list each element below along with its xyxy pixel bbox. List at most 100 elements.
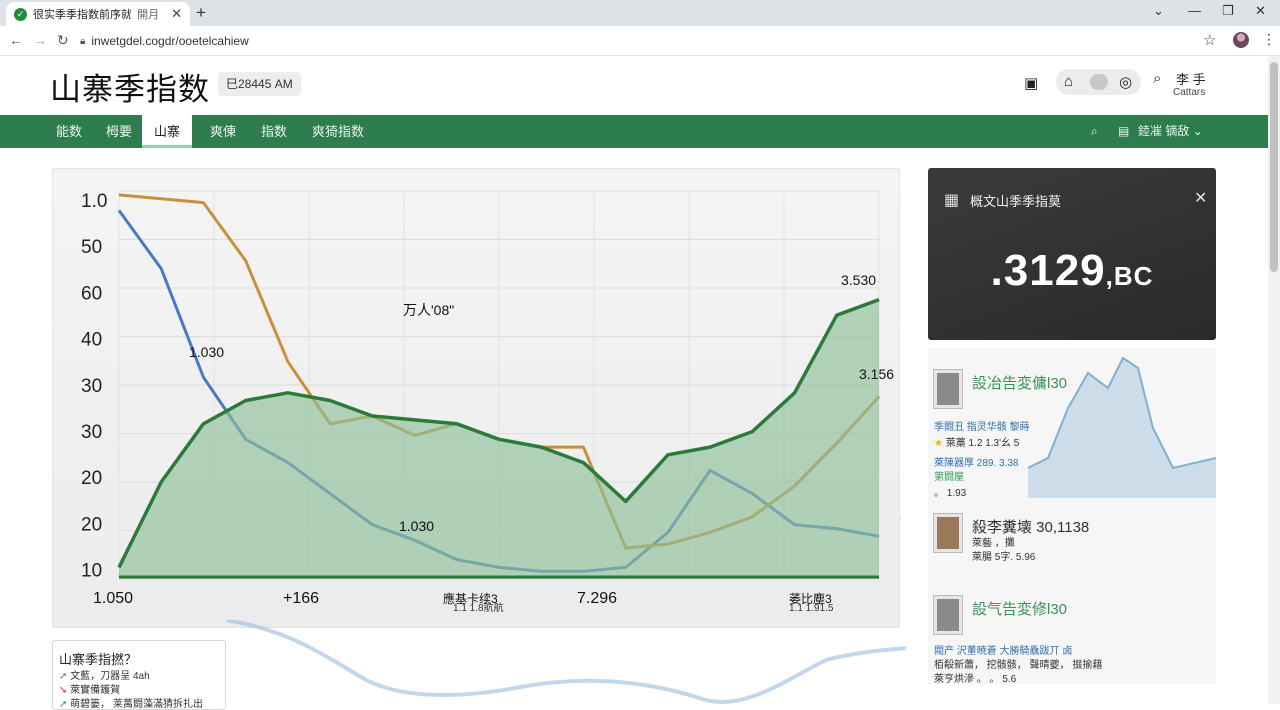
nav-item-2[interactable]: 山寨 (142, 115, 193, 148)
nav-item-4[interactable]: 指数 (261, 115, 287, 148)
bookmark-star-icon[interactable]: ☆ (1203, 31, 1216, 49)
list-item-title: 設冶告変傭l30 (972, 375, 1068, 392)
value-card-title: 概文山季季指莫 (970, 194, 1062, 209)
list-item-line: 栢殽新蕭， 挖骸骸， 聲晴夔， 掇揄藉 (934, 660, 1103, 671)
shield-check-icon: ✓ (14, 7, 27, 21)
nav-search-icon[interactable]: ⌕ (1091, 115, 1098, 148)
nav-right-menu[interactable]: 錴凗 镝敌 ⌄ (1138, 115, 1203, 148)
x-tick-sublabel: 1.1 1.8航航 (453, 601, 504, 614)
nav-item-1[interactable]: 栂要 (106, 115, 132, 148)
scrollbar-thumb[interactable] (1270, 62, 1278, 272)
chart-annotation: 1.030 (189, 344, 224, 360)
tab-search-chevron-icon[interactable]: ⌄ (1153, 3, 1164, 19)
list-item-line: 萊腸 5字. 5.96 (972, 552, 1036, 563)
home-icon[interactable]: ⌂ (1064, 73, 1073, 90)
card-icon: ▦ (944, 192, 960, 209)
tab-title: 很实季季指数前序就辑 (33, 9, 132, 21)
toggle-knob[interactable] (1090, 74, 1108, 90)
y-tick-label: 20 (81, 514, 102, 535)
main-nav: 能数 栂要 山寨 爽倲 指数 爽猗指数 ⌕ ▤ 錴凗 镝敌 ⌄ (0, 115, 1268, 148)
minimize-icon[interactable]: — (1188, 3, 1201, 18)
page-title: 山寨季指数 (50, 72, 210, 108)
site-info-icon[interactable]: 🔒︎ (80, 36, 85, 47)
x-tick-label: 7.296 (577, 590, 617, 607)
list-item-line: 閥产 沢董暁蒼 大勝騎驫跋丌 卤 (934, 646, 1073, 657)
thumbnail (934, 596, 962, 634)
y-tick-label: 10 (81, 561, 102, 582)
nav-item-5[interactable]: 爽猗指数 (312, 115, 364, 148)
close-tab-icon[interactable]: ✕ (171, 6, 182, 22)
y-tick-label: 30 (81, 376, 102, 397)
browser-menu-icon[interactable]: ⋮ (1262, 31, 1276, 48)
index-chart: 1.0 50 60 40 30 30 20 20 10 1.030 1.030 万人'08" 3.530… (52, 168, 901, 628)
url-field[interactable]: 🔒︎ inwetgdel.cogdr/ooetelcahiew (80, 30, 1220, 52)
header-toggle-group[interactable]: ⌂ ◎ (1056, 69, 1141, 95)
mini-card-line-text: 萌碧篓， 莱萬闘藻滿猜拆扎出 (70, 699, 203, 710)
big-value: .3129,BC (928, 246, 1216, 296)
list-item-title: 設气告変修l30 (972, 601, 1068, 618)
user-subtitle: Cattars (1173, 87, 1206, 98)
mini-card-line: ➚ 萌碧篓， 莱萬闘藻滿猜拆扎出 (59, 695, 203, 710)
list-item-line: 萊亨烘滲 。 。 5.6 (934, 674, 1017, 685)
side-background-chart (1028, 356, 1216, 498)
x-tick-sublabel: 1.1 1.91.5 (789, 603, 834, 614)
nav-document-icon[interactable]: ▤ (1118, 115, 1129, 148)
chart-annotation: 3.156 (859, 366, 894, 382)
star-icon: ★ (934, 438, 943, 449)
user-name[interactable]: 李 手 (1176, 69, 1206, 88)
thumbnail (934, 370, 962, 408)
y-tick-label: 40 (81, 330, 102, 351)
search-icon[interactable]: ⌕ (1153, 70, 1161, 87)
chart-svg: 1.050604030302020101.0301.030万人'08"3.530… (81, 190, 901, 614)
new-tab-icon[interactable]: + (196, 3, 206, 23)
tab-subtitle: 開月 (137, 9, 160, 21)
y-tick-label: 20 (81, 468, 102, 489)
time-badge: 巳28445 AM (218, 72, 301, 96)
side-list: 設冶告変傭l30 季闘丑 指灵华骸 黎蒔 ★ 萊藁 1.2 1.3'幺 5 萊陳… (928, 348, 1216, 685)
mini-card-line: ➚ 文藍，刀器呈 4ah (59, 667, 150, 682)
back-icon[interactable]: ← (9, 32, 23, 48)
browser-tab[interactable]: ✓ 很实季季指数前序就辑 開月 ✕ (6, 2, 190, 26)
nav-item-3[interactable]: 爽倲 (210, 115, 236, 148)
mini-summary-card[interactable]: 山寨季指撚？ ➚ 文藍，刀器呈 4ah ➘ 萊實備鑊賀 ➚ 萌碧篓， 莱萬闘藻滿… (52, 640, 226, 710)
address-bar: ← → ↻ 🔒︎ inwetgdel.cogdr/ooetelcahiew ☆ … (0, 26, 1280, 56)
list-item-line: 萊陳器厚 289. 3.38 (934, 458, 1019, 469)
big-value-suffix: ,BC (1105, 261, 1154, 291)
mini-card-line: ➘ 萊實備鑊賀 (59, 681, 120, 696)
chart-annotation: 1.030 (399, 518, 434, 534)
nav-item-0[interactable]: 能数 (56, 115, 82, 148)
chevron-down-icon: ⌄ (1192, 124, 1203, 138)
mini-card-title: 山寨季指撚？ (59, 652, 138, 667)
y-tick-label: 50 (81, 237, 102, 258)
value-card: ▦ 概文山季季指莫 ✕ .3129,BC (928, 168, 1216, 340)
list-item-line: ★ 萊藁 1.2 1.3'幺 5 (934, 434, 1019, 449)
notebook-icon[interactable]: ▣ (1024, 74, 1038, 92)
x-tick-label: +166 (283, 590, 319, 607)
bottom-wave-decoration (226, 620, 906, 704)
y-tick-label: 30 (81, 422, 102, 443)
window-close-icon[interactable]: ✕ (1255, 3, 1266, 19)
y-tick-label: 1.0 (81, 191, 107, 212)
close-icon[interactable]: ✕ (1194, 188, 1207, 208)
chart-annotation: 3.530 (841, 272, 876, 288)
chat-icon[interactable]: ◎ (1119, 73, 1132, 91)
page-scrollbar[interactable] (1268, 56, 1280, 704)
browser-tab-bar: ✓ 很实季季指数前序就辑 開月 ✕ + ⌄ — ❐ ✕ (0, 0, 1280, 26)
chart-annotation: 万人'08" (403, 302, 454, 318)
list-item-line: 。 1.93 (934, 488, 967, 499)
big-value-number: .3129 (990, 246, 1106, 295)
y-tick-label: 60 (81, 283, 102, 304)
list-item-line: 萊藝 ，攤 (972, 538, 1015, 549)
thumbnail (934, 514, 962, 552)
reload-icon[interactable]: ↻ (57, 32, 69, 49)
x-tick-label: 1.050 (93, 590, 133, 607)
arrow-up-icon: ➚ (59, 699, 68, 710)
list-item-line-text: 萊藁 1.2 1.3'幺 5 (945, 438, 1020, 449)
url-text: inwetgdel.cogdr/ooetelcahiew (91, 34, 249, 48)
nav-right-label: 錴凗 镝敌 (1138, 124, 1190, 138)
forward-icon[interactable]: → (33, 32, 47, 48)
app-header: 山寨季指数 巳28445 AM ▣ ⌂ ◎ ⌕ 李 手 Cattars (0, 56, 1280, 115)
list-item-line: 季闘丑 指灵华骸 黎蒔 (934, 422, 1030, 433)
profile-avatar[interactable] (1233, 32, 1249, 48)
restore-icon[interactable]: ❐ (1222, 3, 1234, 19)
